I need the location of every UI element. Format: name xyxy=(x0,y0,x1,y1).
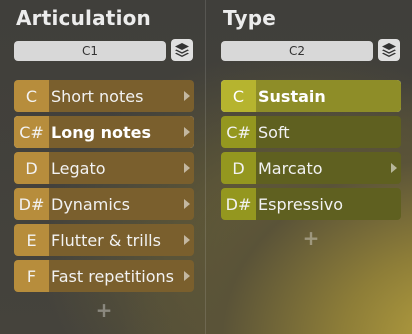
key-label: C xyxy=(14,80,49,112)
articulation-item-dynamics[interactable]: D# Dynamics xyxy=(14,188,194,220)
chevron-right-icon[interactable] xyxy=(391,163,397,173)
key-label: E xyxy=(14,224,49,256)
item-label: Fast repetitions xyxy=(49,260,194,292)
layers-icon xyxy=(175,43,189,57)
item-label: Legato xyxy=(49,152,194,184)
layers-icon xyxy=(382,43,396,57)
key-label: C xyxy=(221,80,256,112)
item-label: Dynamics xyxy=(49,188,194,220)
key-label: D xyxy=(221,152,256,184)
chevron-right-icon[interactable] xyxy=(184,235,190,245)
articulation-layers-button[interactable] xyxy=(171,39,193,61)
chevron-right-icon[interactable] xyxy=(184,127,190,137)
type-list: C Sustain C# Soft D Marcato D# Espressiv… xyxy=(221,80,401,224)
add-type-button[interactable]: + xyxy=(221,226,401,250)
type-item-soft[interactable]: C# Soft xyxy=(221,116,401,148)
column-divider xyxy=(205,0,206,334)
key-label: D# xyxy=(14,188,49,220)
item-label: Flutter & trills xyxy=(49,224,194,256)
articulation-item-short-notes[interactable]: C Short notes xyxy=(14,80,194,112)
key-label: F xyxy=(14,260,49,292)
articulation-item-fast-repetitions[interactable]: F Fast repetitions xyxy=(14,260,194,292)
type-item-espressivo[interactable]: D# Espressivo xyxy=(221,188,401,220)
articulation-item-legato[interactable]: D Legato xyxy=(14,152,194,184)
item-label: Marcato xyxy=(256,152,401,184)
add-articulation-button[interactable]: + xyxy=(14,298,194,322)
type-title: Type xyxy=(223,6,276,30)
articulation-list: C Short notes C# Long notes D Legato D# … xyxy=(14,80,194,296)
chevron-right-icon[interactable] xyxy=(184,271,190,281)
key-label: D# xyxy=(221,188,256,220)
item-label: Short notes xyxy=(49,80,194,112)
articulation-selector[interactable]: C1 xyxy=(14,41,166,61)
type-selector[interactable]: C2 xyxy=(221,41,373,61)
chevron-right-icon[interactable] xyxy=(184,163,190,173)
item-label: Sustain xyxy=(256,80,401,112)
chevron-right-icon[interactable] xyxy=(184,199,190,209)
articulation-title: Articulation xyxy=(16,6,151,30)
type-item-sustain[interactable]: C Sustain xyxy=(221,80,401,112)
key-label: C# xyxy=(14,116,49,148)
articulation-item-long-notes[interactable]: C# Long notes xyxy=(14,116,194,148)
item-label: Long notes xyxy=(49,116,194,148)
type-item-marcato[interactable]: D Marcato xyxy=(221,152,401,184)
chevron-right-icon[interactable] xyxy=(184,91,190,101)
articulation-item-flutter-trills[interactable]: E Flutter & trills xyxy=(14,224,194,256)
item-label: Soft xyxy=(256,116,401,148)
type-layers-button[interactable] xyxy=(378,39,400,61)
key-label: D xyxy=(14,152,49,184)
key-label: C# xyxy=(221,116,256,148)
item-label: Espressivo xyxy=(256,188,401,220)
